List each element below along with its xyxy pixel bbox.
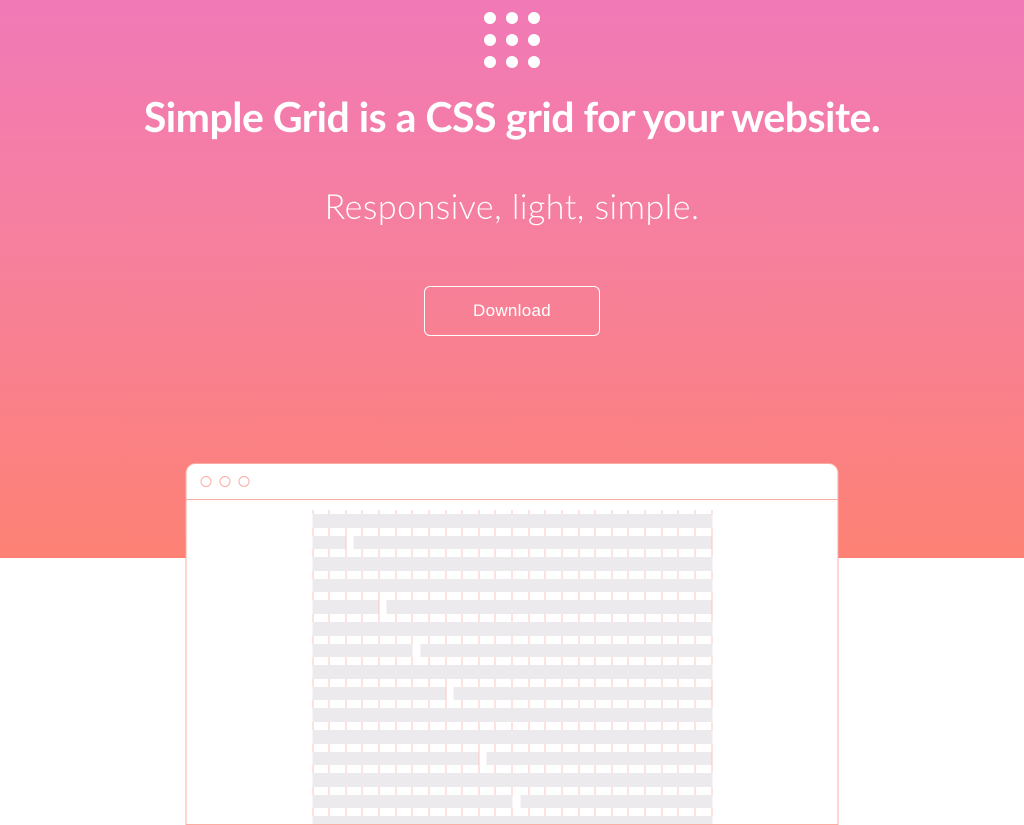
download-button[interactable]: Download [424, 286, 600, 336]
logo-dot [484, 12, 496, 24]
content-row [312, 557, 712, 571]
logo-dot [506, 56, 518, 68]
row-segment [312, 708, 712, 722]
row-segment [312, 730, 712, 744]
row-segment [312, 687, 445, 701]
row-gap [445, 687, 453, 701]
row-segment [353, 536, 712, 550]
content-row [312, 708, 712, 722]
row-segment [312, 752, 479, 766]
row-segment [312, 622, 712, 636]
logo-dot [528, 56, 540, 68]
logo-dot [484, 34, 496, 46]
row-segment [312, 795, 512, 809]
logo-dot [528, 34, 540, 46]
row-segment [312, 773, 712, 787]
row-segment [312, 557, 712, 571]
row-segment [312, 579, 712, 593]
row-segment [312, 644, 412, 658]
logo-dot [506, 12, 518, 24]
content-row [312, 665, 712, 679]
row-segment [453, 687, 712, 701]
row-gap [345, 536, 353, 550]
row-gap [479, 752, 487, 766]
row-segment [387, 600, 712, 614]
content-row [312, 687, 712, 701]
hero-headline: Simple Grid is a CSS grid for your websi… [0, 92, 1024, 141]
row-segment [312, 536, 345, 550]
row-gap [512, 795, 520, 809]
page: Simple Grid is a CSS grid for your websi… [0, 0, 1024, 825]
hero-subhead: Responsive, light, simple. [0, 186, 1024, 227]
content-row [312, 514, 712, 528]
browser-titlebar [187, 464, 838, 500]
row-gap [412, 644, 420, 658]
logo-dot [506, 34, 518, 46]
content-row [312, 536, 712, 550]
row-segment [312, 816, 712, 825]
content-row [312, 600, 712, 614]
logo-dot [484, 56, 496, 68]
window-button-icon [220, 476, 231, 487]
content-row [312, 730, 712, 744]
row-segment [312, 514, 712, 528]
logo-dot [528, 12, 540, 24]
content-row [312, 579, 712, 593]
grid-illustration [312, 510, 712, 825]
content-row [312, 795, 712, 809]
row-segment [487, 752, 712, 766]
window-button-icon [239, 476, 250, 487]
content-row [312, 752, 712, 766]
row-gap [379, 600, 387, 614]
row-segment [312, 600, 379, 614]
row-segment [420, 644, 712, 658]
row-segment [520, 795, 712, 809]
content-row [312, 622, 712, 636]
browser-mockup [186, 463, 839, 825]
content-row [312, 773, 712, 787]
row-segment [312, 665, 712, 679]
window-button-icon [201, 476, 212, 487]
content-row [312, 644, 712, 658]
grid-logo-icon [484, 12, 540, 68]
content-rows [312, 510, 712, 825]
content-row [312, 816, 712, 825]
